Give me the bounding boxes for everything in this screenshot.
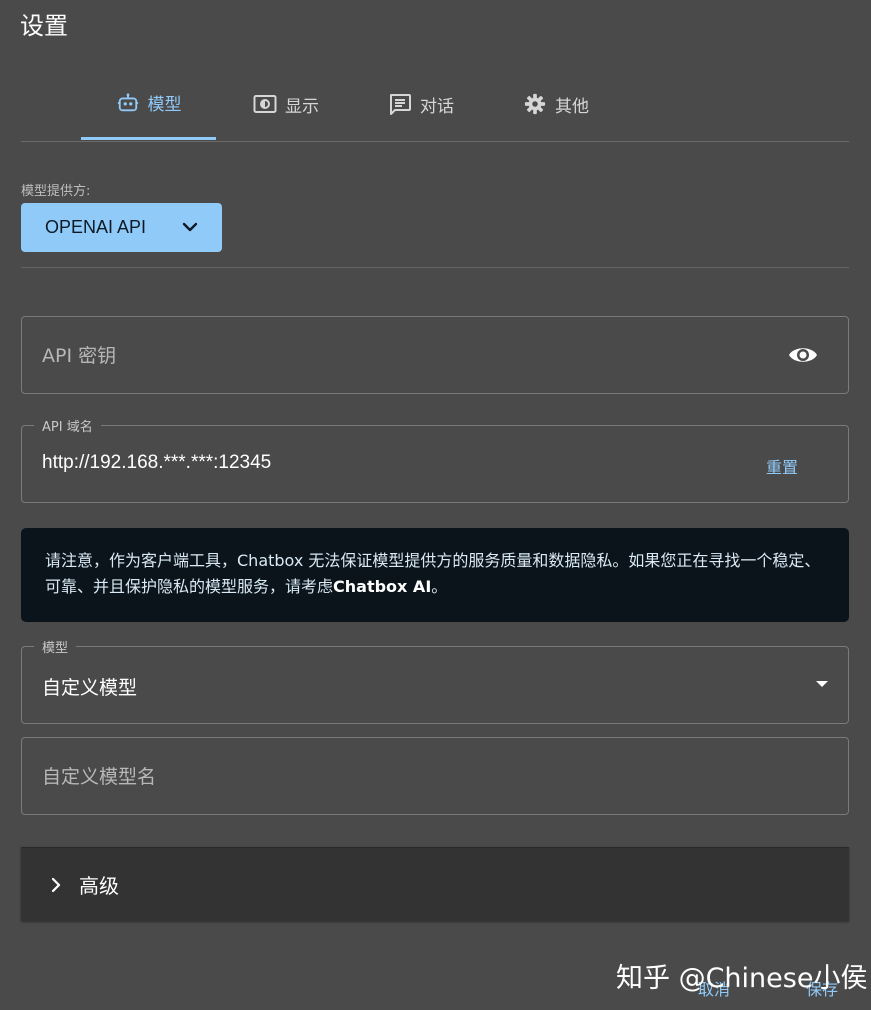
notice-text-end: 。 (431, 577, 448, 596)
divider (21, 267, 849, 268)
settings-title: 设置 (20, 12, 68, 40)
tab-chat[interactable]: 对话 (371, 68, 471, 140)
chat-icon (388, 92, 412, 116)
tab-model-label: 模型 (147, 95, 182, 115)
tab-display-label: 显示 (285, 96, 319, 117)
model-legend: 模型 (34, 637, 77, 656)
model-selected-value: 自定义模型 (42, 678, 138, 699)
provider-select-button[interactable]: OPENAI API (21, 203, 222, 252)
api-host-field[interactable]: API 域名 http://192.168.***.***:12345 重置 (21, 416, 849, 503)
chatbox-ai-link[interactable]: Chatbox AI (333, 577, 431, 596)
tab-display[interactable]: 显示 (236, 68, 336, 140)
chevron-down-icon (180, 217, 200, 237)
tab-chat-label: 对话 (420, 96, 454, 117)
display-icon (253, 92, 277, 116)
advanced-accordion[interactable]: 高级 (21, 847, 849, 921)
model-select[interactable]: 模型 自定义模型 (21, 637, 849, 724)
privacy-notice: 请注意，作为客户端工具，Chatbox 无法保证模型提供方的服务质量和数据隐私。… (21, 528, 849, 622)
provider-label: 模型提供方: (21, 184, 91, 199)
api-host-legend: API 域名 (34, 416, 101, 435)
watermark: 知乎 @Chinese小侯 (616, 963, 868, 994)
tab-model[interactable]: 模型 (81, 68, 216, 140)
advanced-label: 高级 (79, 874, 119, 898)
api-key-placeholder: API 密钥 (42, 345, 117, 367)
api-key-field[interactable]: API 密钥 (21, 316, 849, 394)
settings-tabs: 模型 显示 对话 其他 (21, 68, 849, 142)
custom-model-placeholder: 自定义模型名 (42, 766, 157, 788)
tab-other-label: 其他 (555, 96, 589, 117)
reset-button[interactable]: 重置 (766, 454, 798, 478)
tab-other[interactable]: 其他 (506, 68, 606, 140)
provider-selected-value: OPENAI API (45, 217, 147, 237)
chevron-right-icon (47, 876, 65, 894)
dropdown-arrow-icon (816, 681, 828, 687)
gear-icon (523, 92, 547, 116)
eye-icon[interactable] (788, 342, 818, 368)
robot-icon (116, 91, 140, 115)
api-host-value: http://192.168.***.***:12345 (42, 452, 272, 473)
custom-model-name-field[interactable]: 自定义模型名 (21, 737, 849, 815)
